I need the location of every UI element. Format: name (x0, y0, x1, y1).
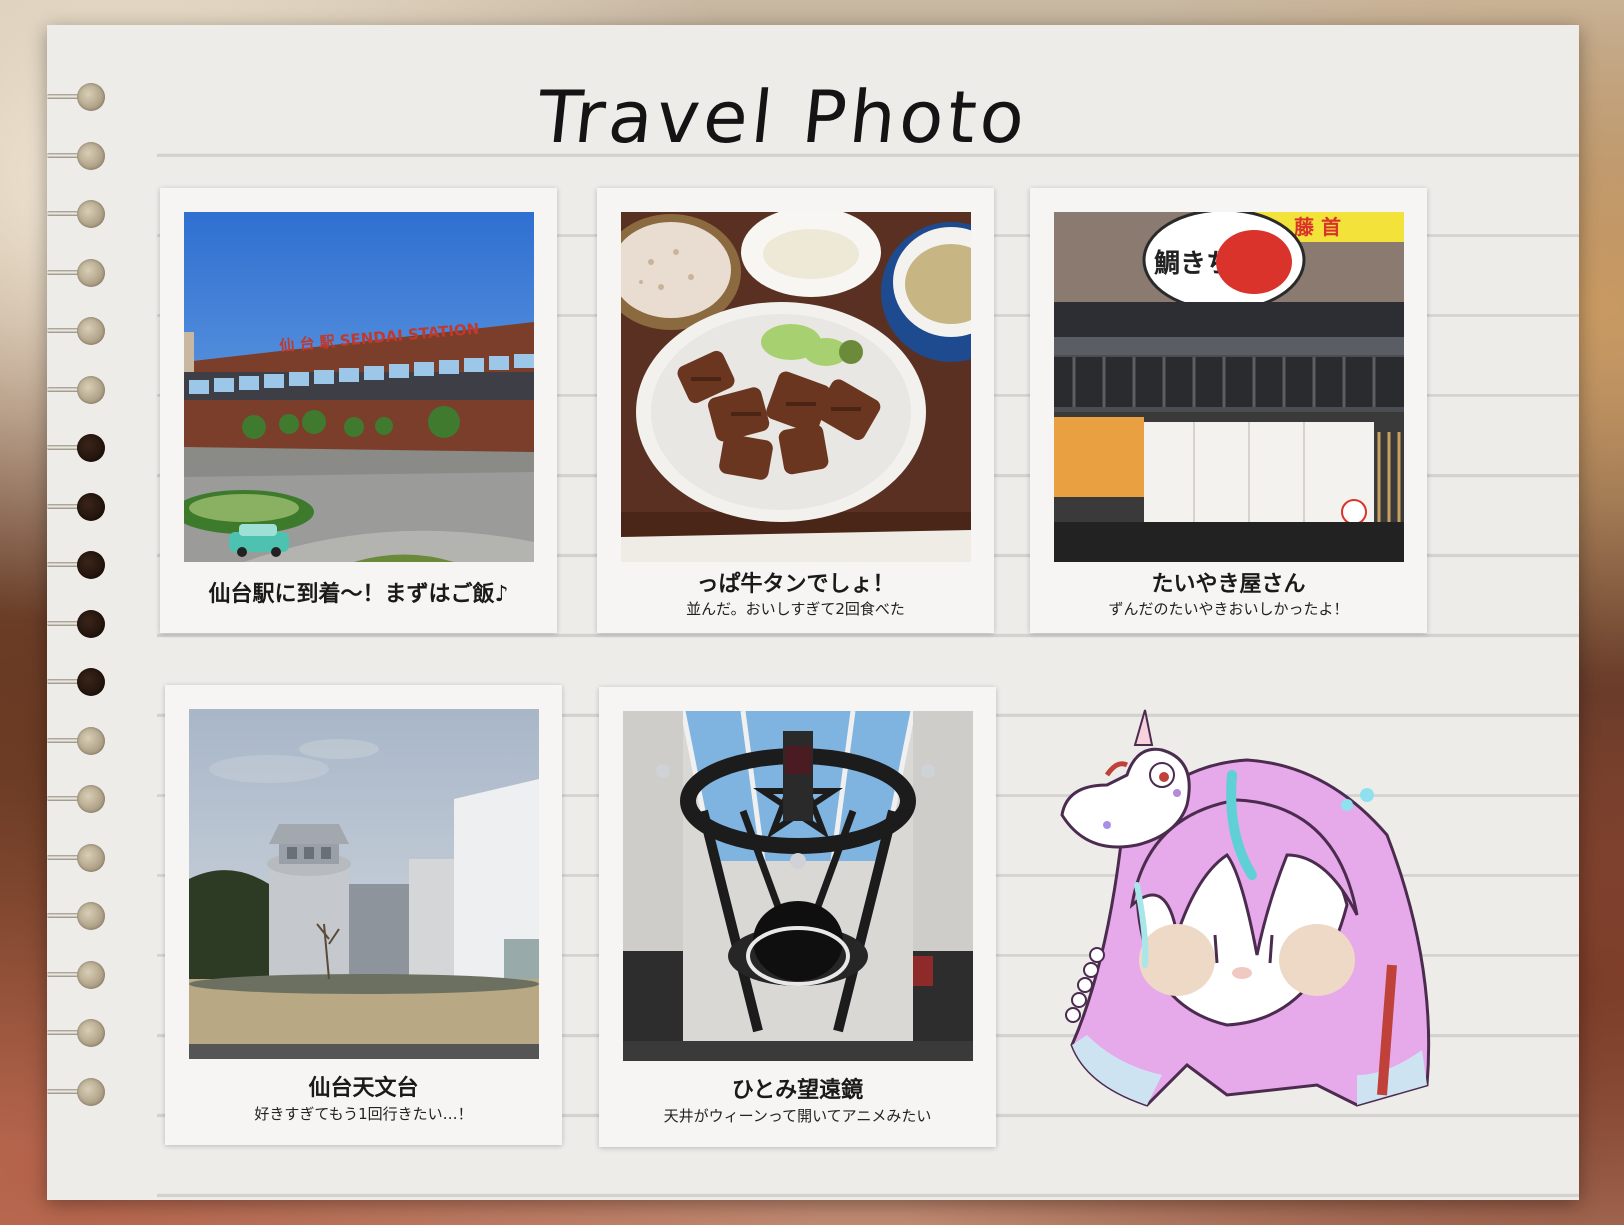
page-title: Travel Photo (533, 75, 1033, 159)
spiral-hole (77, 1077, 105, 1106)
spiral-hole (77, 726, 105, 755)
spiral-hole (77, 492, 105, 521)
photo-telescope (623, 711, 973, 1061)
photo-observatory (189, 709, 539, 1059)
spiral-hole (77, 960, 105, 989)
spiral-hole (77, 668, 105, 696)
spiral-hole (77, 200, 105, 228)
photo-subcaption: 天井がウィーンって開いてアニメみたい (663, 1107, 932, 1125)
photo-gyutan (621, 212, 971, 562)
chibi-character-illustration (1027, 705, 1457, 1145)
spiral-ring (47, 668, 105, 696)
spiral-ring (47, 434, 105, 462)
photo-subcaption: 好きすぎてもう1回行きたい…！ (254, 1105, 473, 1123)
polaroid-telescope[interactable]: ひとみ望遠鏡 天井がウィーンって開いてアニメみたい (599, 687, 996, 1147)
polaroid-gyutan[interactable]: っぱ牛タンでしょ！ 並んだ。おいしすぎて2回食べた (597, 188, 994, 633)
photo-subcaption: ずんだのたいやきおいしかったよ！ (1108, 600, 1349, 618)
photo-subcaption: 並んだ。おいしすぎて2回食べた (686, 600, 905, 618)
spiral-ring (47, 1077, 105, 1106)
spiral-ring (47, 960, 105, 989)
spiral-hole (77, 434, 105, 462)
spiral-ring (47, 785, 105, 813)
svg-text:藤 首: 藤 首 (1293, 215, 1341, 239)
spiral-ring (47, 551, 105, 579)
spiral-ring (47, 726, 105, 755)
spiral-hole (77, 785, 105, 813)
polaroid-sendai-station[interactable]: 仙 台 駅 SENDAI STATION 仙台駅に到着〜！まずはご飯♪ (160, 188, 557, 633)
spiral-ring (47, 258, 105, 287)
spiral-hole (77, 1019, 105, 1047)
photo-caption: ひとみ望遠鏡 (731, 1078, 864, 1103)
photo-caption: 仙台駅に到着〜！まずはご飯♪ (208, 582, 509, 607)
spiral-hole (77, 375, 105, 404)
polaroid-observatory[interactable]: 仙台天文台 好きすぎてもう1回行きたい…！ (165, 685, 562, 1145)
photo-caption: っぱ牛タンでしょ！ (696, 572, 895, 597)
spiral-ring (47, 609, 105, 638)
photo-caption: 仙台天文台 (308, 1076, 419, 1101)
polaroid-taiyaki-shop[interactable]: 藤 首 鯛きち たいやき屋さん ずんだのたいやきおいしかったよ！ (1030, 188, 1427, 633)
photo-taiyaki-shop: 藤 首 鯛きち (1054, 212, 1404, 562)
notebook-page: Travel Photo 仙 台 駅 SENDAI STATION 仙台駅に到着… (47, 25, 1579, 1200)
spiral-hole (77, 317, 105, 345)
spiral-hole (77, 609, 105, 638)
spiral-ring (47, 1019, 105, 1047)
spiral-hole (77, 843, 105, 872)
spiral-ring (47, 375, 105, 404)
spiral-hole (77, 902, 105, 930)
spiral-ring (47, 492, 105, 521)
spiral-ring (47, 902, 105, 930)
spiral-ring (47, 317, 105, 345)
spiral-ring (47, 200, 105, 228)
spiral-hole (77, 551, 105, 579)
photo-caption: たいやき屋さん (1151, 572, 1306, 597)
photo-sendai-station: 仙 台 駅 SENDAI STATION (184, 212, 534, 562)
spiral-ring (47, 843, 105, 872)
spiral-hole (77, 258, 105, 287)
